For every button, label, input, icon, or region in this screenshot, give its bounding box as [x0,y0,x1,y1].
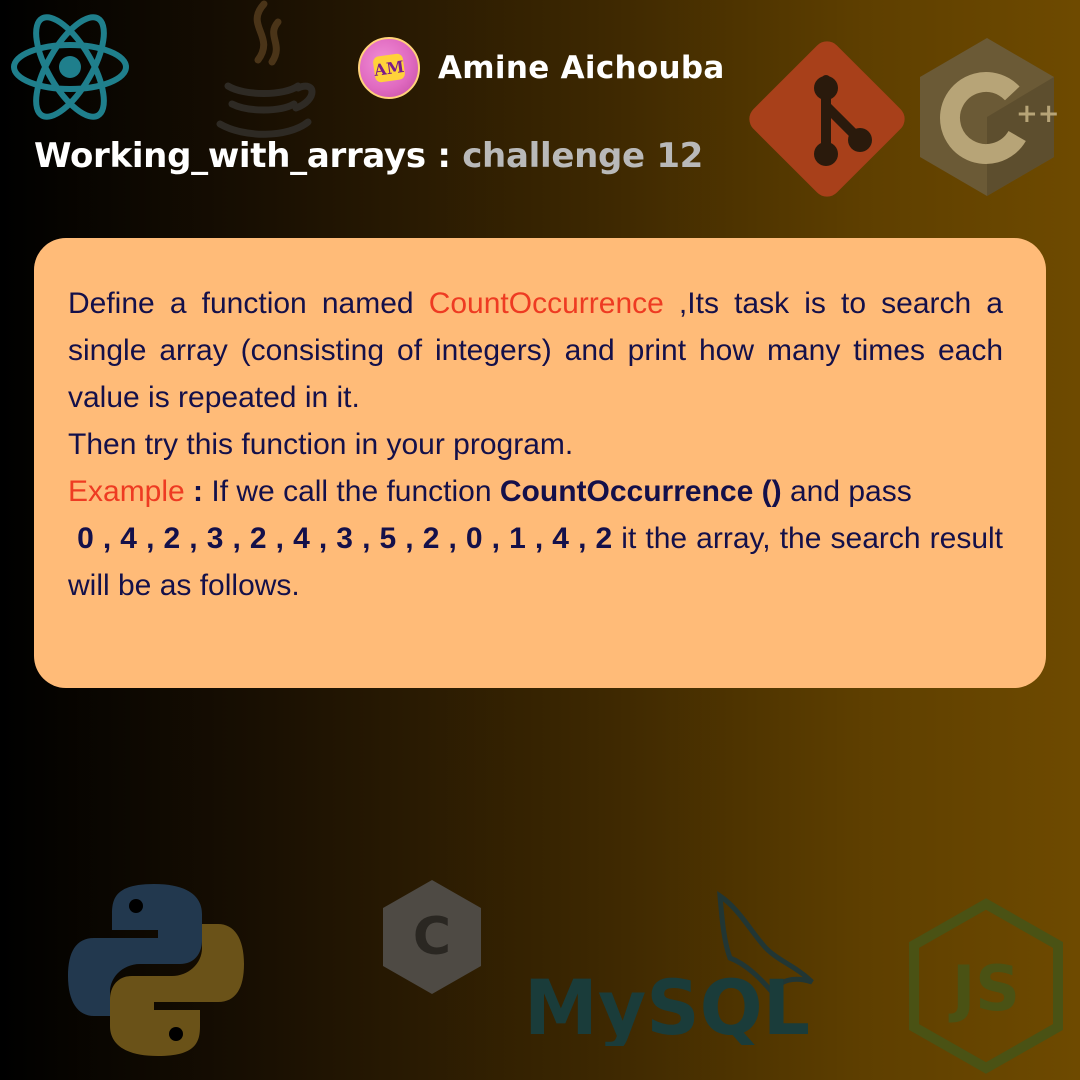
page-title: Working_with_arrays : challenge 12 [34,136,703,176]
problem-card: Define a function named CountOccurrence … [34,238,1046,688]
author-name: Amine Aichouba [438,50,725,86]
example-paragraph: Example : If we call the function CountO… [68,468,1003,609]
js-text: JS [948,952,1020,1025]
mysql-icon: MySQL [524,891,814,1046]
python-icon [68,884,244,1056]
title-main: Working_with_arrays [34,136,426,176]
p2-text: Then try this function in your program. [68,428,574,461]
git-icon [749,41,905,197]
example-numbers: 0 , 4 , 2 , 3 , 2 , 4 , 3 , 5 , 2 , 0 , … [68,522,613,555]
title-separator: : [425,136,463,176]
author-header: AM Amine Aichouba [358,36,725,100]
c-letter-text: C [413,907,451,967]
cpp-icon: ++ [920,38,1060,196]
problem-paragraph-1: Define a function named CountOccurrence … [68,280,1003,421]
react-icon [11,14,129,120]
avatar-logo: AM [372,53,406,83]
example-label: Example [68,475,185,508]
function-name: CountOccurrence [428,287,664,320]
java-icon [216,0,316,138]
example-text-2: and pass [781,475,912,508]
mysql-text: MySQL [524,963,810,1046]
c-icon: C [383,880,481,994]
p1-before: Define a function named [68,287,429,320]
avatar: AM [358,37,420,99]
title-sub: challenge 12 [462,136,704,176]
example-colon: : [184,475,212,508]
nodejs-icon: JS [909,898,1063,1074]
slide-canvas: ++ C MySQL JS AM Amine Aichouba Working_… [0,0,1080,1080]
example-text-1: If we call the function [211,475,500,508]
cpp-plus-text: ++ [1016,99,1060,129]
example-function: CountOccurrence () [499,475,782,508]
problem-paragraph-2: Then try this function in your program. [68,421,1003,468]
